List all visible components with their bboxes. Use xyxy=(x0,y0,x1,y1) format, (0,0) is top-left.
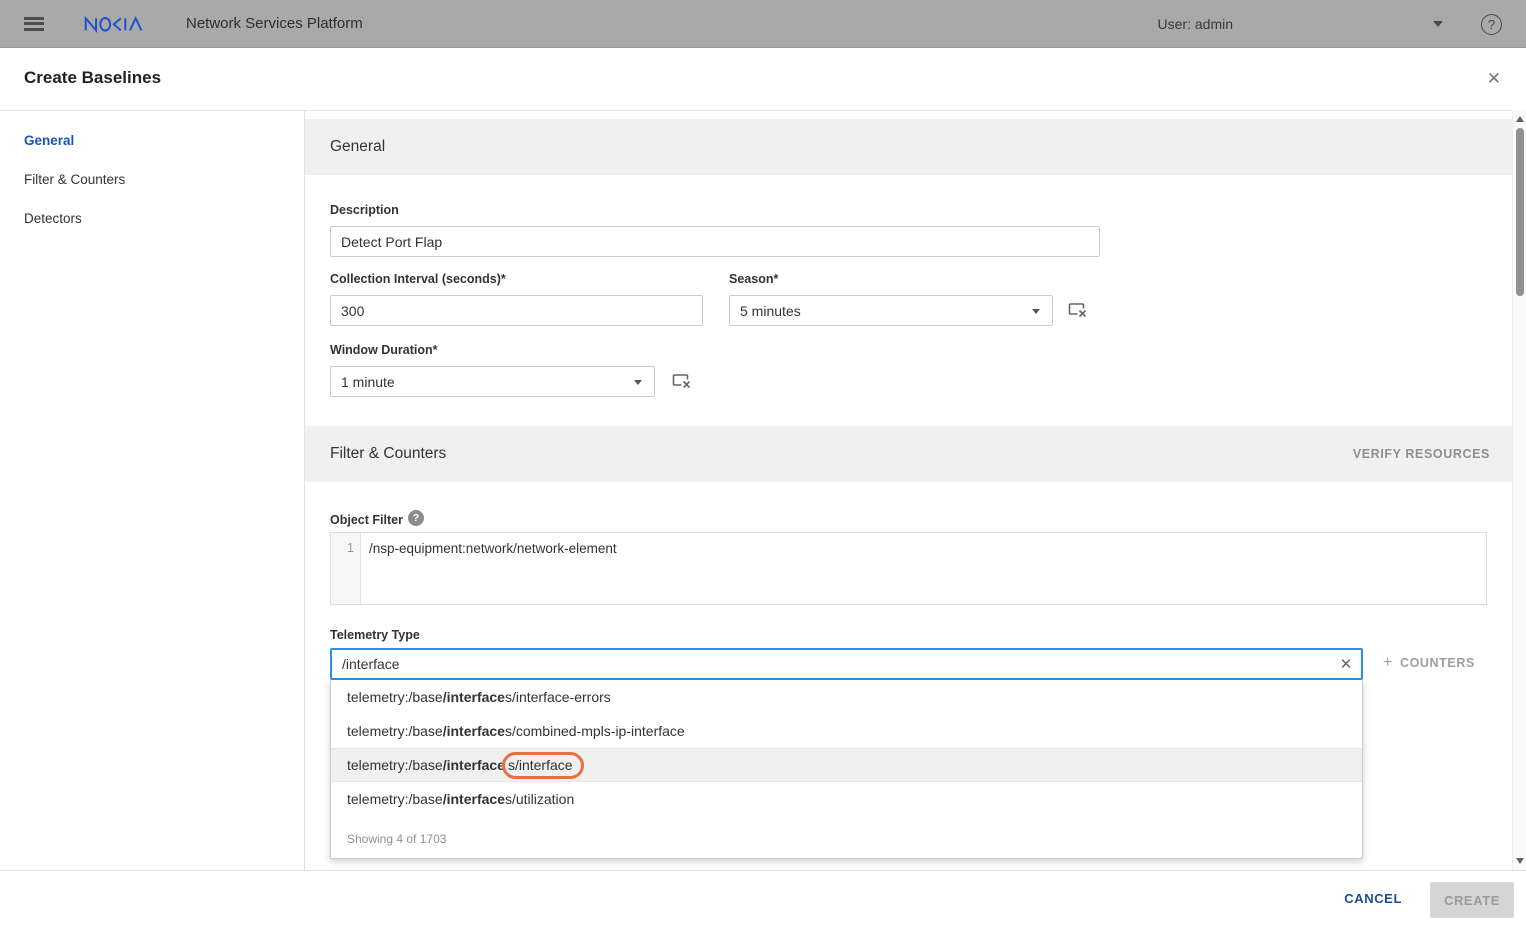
user-menu-chevron-down-icon[interactable] xyxy=(1433,21,1443,27)
telemetry-option-interface-errors[interactable]: telemetry:/base/interfaces/interface-err… xyxy=(331,680,1362,714)
dialog-content: General Description Collection Interval … xyxy=(305,110,1512,870)
collection-interval-field[interactable] xyxy=(330,295,703,326)
object-filter-help-glyph: ? xyxy=(413,512,419,524)
dialog-header: Create Baselines ✕ xyxy=(0,48,1526,110)
season-chevron-down-icon xyxy=(1032,309,1040,314)
help-icon[interactable]: ? xyxy=(1481,14,1502,35)
telemetry-type-input-wrap: ✕ xyxy=(330,648,1363,680)
dialog-footer: CANCEL CREATE xyxy=(0,870,1526,928)
option-match: /interface xyxy=(443,689,505,705)
telemetry-type-clear-icon[interactable]: ✕ xyxy=(1331,655,1361,673)
season-clear-selection-icon[interactable] xyxy=(1068,302,1090,320)
add-counters-button[interactable]: + COUNTERS xyxy=(1383,654,1475,672)
telemetry-type-input[interactable] xyxy=(332,656,1331,672)
object-filter-help-icon[interactable]: ? xyxy=(408,510,424,526)
object-filter-code[interactable]: /nsp-equipment:network/network-element xyxy=(361,533,1486,604)
window-duration-chevron-down-icon xyxy=(634,380,642,385)
option-suffix: s/utilization xyxy=(505,791,574,807)
option-prefix: telemetry:/base xyxy=(347,757,443,773)
close-icon[interactable]: ✕ xyxy=(1487,69,1501,89)
filter-counters-section-title: Filter & Counters xyxy=(330,445,446,463)
option-prefix: telemetry:/base xyxy=(347,723,443,739)
create-baselines-screen: Network Services Platform User: admin ? … xyxy=(0,0,1526,928)
editor-line-number: 1 xyxy=(331,533,361,604)
filter-counters-section-header: Filter & Counters VERIFY RESOURCES xyxy=(305,426,1512,482)
telemetry-option-interface[interactable]: telemetry:/base/interfaces/interface xyxy=(331,748,1362,782)
option-suffix: s/interface-errors xyxy=(505,689,611,705)
create-button[interactable]: CREATE xyxy=(1430,882,1514,918)
option-match: /interface xyxy=(443,723,505,739)
telemetry-type-dropdown: telemetry:/base/interfaces/interface-err… xyxy=(330,680,1363,859)
telemetry-option-utilization[interactable]: telemetry:/base/interfaces/utilization xyxy=(331,782,1362,816)
window-duration-label: Window Duration* xyxy=(330,343,438,357)
sidebar-item-general[interactable]: General xyxy=(0,121,304,160)
option-prefix: telemetry:/base xyxy=(347,791,443,807)
option-match: /interface xyxy=(443,791,505,807)
sidebar-item-detectors[interactable]: Detectors xyxy=(0,199,304,238)
vertical-scrollbar xyxy=(1512,110,1526,870)
dropdown-result-count: Showing 4 of 1703 xyxy=(331,816,1362,846)
annotation-oval: s/interface xyxy=(502,752,584,779)
option-match: /interface xyxy=(443,757,505,773)
object-filter-label: Object Filter xyxy=(330,513,403,527)
season-label: Season* xyxy=(729,272,778,286)
scroll-up-icon[interactable] xyxy=(1516,116,1524,122)
plus-icon: + xyxy=(1383,654,1393,672)
topbar: Network Services Platform User: admin ? xyxy=(0,0,1526,48)
window-duration-clear-selection-icon[interactable] xyxy=(672,373,694,391)
cancel-button[interactable]: CANCEL xyxy=(1344,891,1402,906)
verify-resources-button[interactable]: VERIFY RESOURCES xyxy=(1353,447,1490,461)
description-field[interactable] xyxy=(330,226,1100,257)
option-suffix: s/combined-mpls-ip-interface xyxy=(505,723,685,739)
window-duration-select[interactable]: 1 minute xyxy=(330,366,655,397)
general-section-header: General xyxy=(305,119,1512,175)
page-title: Create Baselines xyxy=(24,68,161,88)
sidebar-item-filter-counters[interactable]: Filter & Counters xyxy=(0,160,304,199)
user-label: User: admin xyxy=(1158,16,1233,32)
season-value: 5 minutes xyxy=(740,303,801,319)
telemetry-option-combined-mpls-ip-interface[interactable]: telemetry:/base/interfaces/combined-mpls… xyxy=(331,714,1362,748)
counters-button-label: COUNTERS xyxy=(1400,656,1475,670)
season-select[interactable]: 5 minutes xyxy=(729,295,1053,326)
general-section-title: General xyxy=(330,138,385,156)
sidebar: General Filter & Counters Detectors xyxy=(0,110,305,870)
collection-interval-label: Collection Interval (seconds)* xyxy=(330,272,506,286)
app-title: Network Services Platform xyxy=(186,15,363,32)
description-label: Description xyxy=(330,203,399,217)
nokia-logo xyxy=(84,15,146,33)
scroll-down-icon[interactable] xyxy=(1516,858,1524,864)
scrollbar-thumb[interactable] xyxy=(1516,128,1524,296)
option-prefix: telemetry:/base xyxy=(347,689,443,705)
telemetry-type-label: Telemetry Type xyxy=(330,628,420,642)
window-duration-value: 1 minute xyxy=(341,374,395,390)
menu-icon[interactable] xyxy=(24,17,44,31)
help-glyph: ? xyxy=(1488,17,1495,32)
object-filter-editor: 1 /nsp-equipment:network/network-element xyxy=(330,532,1487,605)
